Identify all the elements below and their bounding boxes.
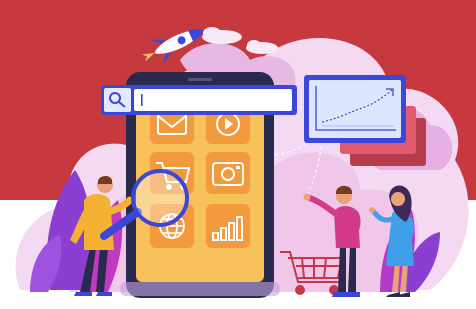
app-tile-stats[interactable] — [206, 204, 250, 248]
phone-speaker — [188, 78, 212, 81]
phone-base-shadow — [120, 282, 280, 296]
illustration-scene — [0, 0, 476, 309]
illustration-svg — [0, 0, 476, 298]
app-tile-camera[interactable] — [206, 152, 250, 194]
search-caret — [141, 94, 143, 106]
search-bar[interactable] — [101, 85, 297, 115]
line-chart-card — [304, 75, 406, 143]
